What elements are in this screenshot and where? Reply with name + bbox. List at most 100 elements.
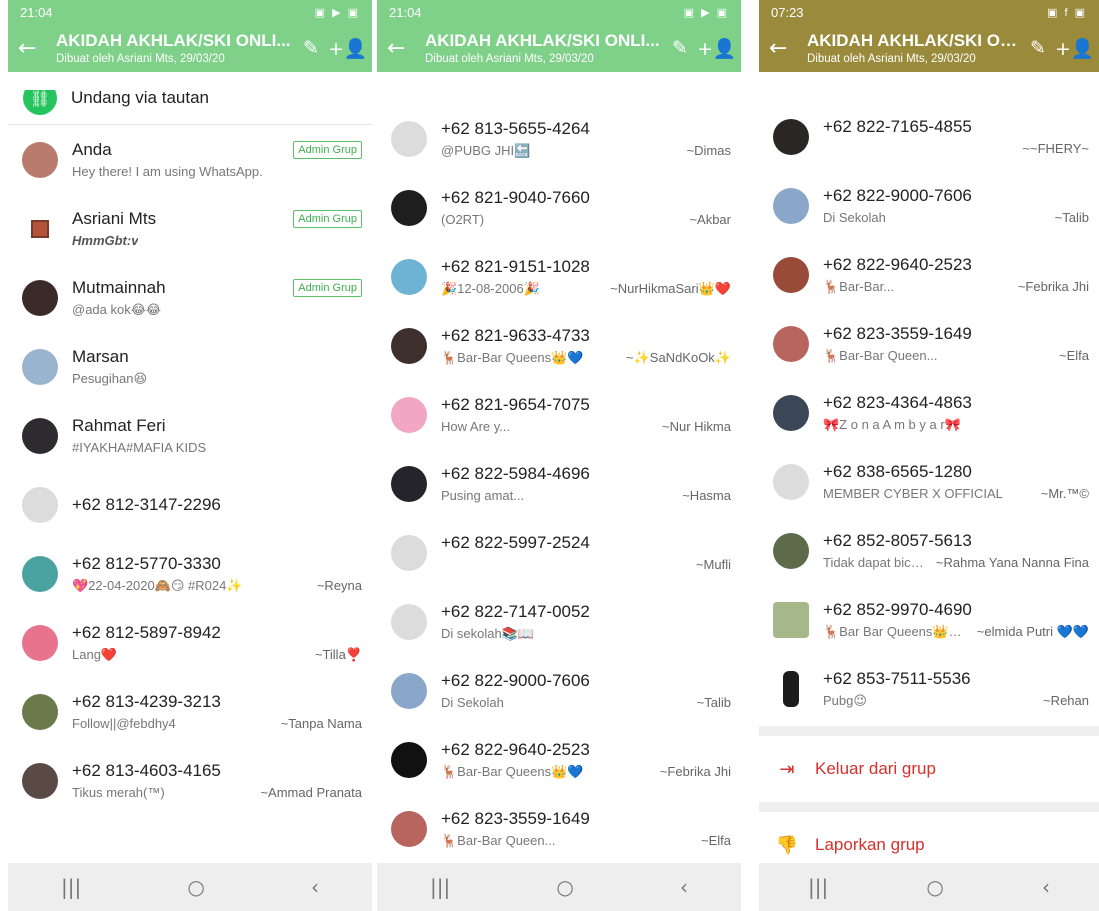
- member-alias: ~Rehan: [1043, 692, 1089, 708]
- member-status: 🦌Bar-Bar Queen...: [441, 832, 556, 848]
- status-time: 07:23: [771, 4, 804, 20]
- nav-back-icon[interactable]: ‹: [311, 875, 319, 899]
- list-item[interactable]: +62 823-4364-4863 🎀Z o n a A m b y a r🎀: [759, 378, 1099, 447]
- list-item[interactable]: Anda Admin Grup Hey there! I am using Wha…: [8, 125, 372, 194]
- group-header[interactable]: AKIDAH AKHLAK/SKI ONLI... Dibuat oleh As…: [48, 31, 294, 65]
- member-alias: ~Talib: [696, 695, 731, 710]
- list-item[interactable]: +62 852-8057-5613 Tidak dapat bicara,... ~…: [759, 516, 1099, 585]
- list-item[interactable]: +62 852-9970-4690 🦌Bar Bar Queens👑💙🍁 ~elmi…: [759, 585, 1099, 654]
- list-item[interactable]: +62 822-9000-7606 Di Sekolah ~Talib: [377, 656, 741, 725]
- list-item[interactable]: Mutmainnah Admin Grup @ada kok😂😂: [8, 263, 372, 332]
- member-alias: ~Elfa: [701, 832, 731, 848]
- member-name: +62 852-9970-4690: [823, 599, 972, 619]
- status-time: 21:04: [20, 4, 53, 20]
- list-item[interactable]: +62 822-7165-4855 ~~FHERY~: [759, 102, 1099, 171]
- member-status: Tikus merah(™): [72, 785, 165, 800]
- report-group-label: Laporkan grup: [815, 835, 925, 854]
- list-item[interactable]: +62 812-5897-8942 Lang❤️ ~Tilla❣️: [8, 608, 372, 677]
- member-status: Di Sekolah: [823, 210, 886, 225]
- member-status: 💖22-04-2020🙈😏 #R024✨: [72, 577, 243, 593]
- back-arrow-icon[interactable]: ←: [769, 36, 799, 61]
- list-item[interactable]: Asriani Mts Admin Grup HmmGbt:v: [8, 194, 372, 263]
- invite-label: Undang via tautan: [71, 90, 209, 107]
- back-arrow-icon[interactable]: ←: [18, 36, 48, 61]
- list-item[interactable]: +62 822-5997-2524 ~Mufli: [377, 518, 741, 587]
- member-alias: ~Tanpa Nama: [280, 716, 362, 731]
- list-item[interactable]: Rahmat Feri #IYAKHA#MAFIA KIDS: [8, 401, 372, 470]
- member-name: Asriani Mts: [72, 209, 157, 228]
- member-alias: ~Febrika Jhi: [659, 763, 731, 779]
- add-participant-icon[interactable]: +👤: [328, 37, 368, 60]
- member-status: 🦌Bar Bar Queens👑💙🍁: [823, 623, 971, 639]
- home-icon[interactable]: ○: [556, 875, 573, 899]
- list-item[interactable]: Marsan Pesugihan😆: [8, 332, 372, 401]
- list-item[interactable]: +62 813-4603-4165 Tikus merah(™) ~Ammad P…: [8, 746, 372, 815]
- list-item[interactable]: +62 821-9040-7660 (O2RT) ~Akbar: [377, 173, 741, 242]
- avatar: [22, 417, 58, 454]
- list-item[interactable]: +62 822-9640-2523 🦌Bar-Bar... ~Febrika Jhi: [759, 240, 1099, 309]
- group-subtitle: Dibuat oleh Asriani Mts, 29/03/20: [56, 53, 225, 65]
- group-header[interactable]: AKIDAH AKHLAK/SKI ONLI... Dibuat oleh As…: [799, 31, 1021, 65]
- list-item[interactable]: +62 823-3559-1649 🦌Bar-Bar Queen... ~Elfa: [759, 309, 1099, 378]
- group-title: AKIDAH AKHLAK/SKI ONLI...: [56, 31, 291, 50]
- member-name: Anda: [72, 140, 112, 159]
- list-item[interactable]: +62 838-6565-1280 MEMBER CYBER X OFFICIAL…: [759, 447, 1099, 516]
- home-icon[interactable]: ○: [926, 875, 943, 899]
- avatar: [31, 219, 49, 238]
- edit-icon[interactable]: ✎: [294, 37, 328, 59]
- add-participant-icon[interactable]: +👤: [1055, 37, 1095, 60]
- list-item[interactable]: +62 822-7147-0052 Di sekolah📚📖: [377, 587, 741, 656]
- avatar: [391, 189, 427, 226]
- home-icon[interactable]: ○: [187, 875, 204, 899]
- back-arrow-icon[interactable]: ←: [387, 36, 417, 61]
- member-alias: ~Ammad Pranata: [260, 785, 362, 800]
- member-name: +62 823-3559-1649: [441, 808, 590, 828]
- list-item[interactable]: +62 812-3147-2296: [8, 470, 372, 539]
- recent-apps-icon[interactable]: |||: [808, 875, 828, 899]
- avatar: [22, 762, 58, 799]
- nav-back-icon[interactable]: ‹: [680, 875, 688, 899]
- phone-screen-3: 07:23 ▣ f ▣ ← AKIDAH AKHLAK/SKI ONLI... …: [759, 0, 1099, 911]
- member-alias: ~Mufli: [695, 557, 731, 572]
- list-item[interactable]: +62 821-9151-1028 🎉12-08-2006🎉 ~NurHikmaSa…: [377, 242, 741, 311]
- member-status: 🦌Bar-Bar Queen...: [823, 347, 938, 363]
- invite-via-link-item[interactable]: ⛓ Undang via tautan: [8, 90, 372, 125]
- member-status: HmmGbt:v: [72, 233, 139, 248]
- list-item[interactable]: +62 812-5770-3330 💖22-04-2020🙈😏 #R024✨ ~R…: [8, 539, 372, 608]
- system-navbar: ||| ○ ‹: [377, 863, 741, 911]
- member-name: +62 823-3559-1649: [823, 323, 972, 343]
- member-name: +62 821-9151-1028: [441, 256, 590, 276]
- group-header[interactable]: AKIDAH AKHLAK/SKI ONLI... Dibuat oleh As…: [417, 31, 663, 65]
- member-name: Mutmainnah: [72, 277, 166, 297]
- list-item[interactable]: +62 853-7511-5536 Pubg😉 ~Rehan: [759, 654, 1099, 723]
- recent-apps-icon[interactable]: |||: [61, 875, 81, 899]
- member-status: Pesugihan😆: [72, 370, 147, 386]
- avatar: [773, 187, 809, 224]
- exit-group-button[interactable]: ⇥ Keluar dari grup: [759, 736, 1099, 802]
- report-group-button[interactable]: 👎 Laporkan grup: [759, 812, 1099, 863]
- list-item[interactable]: +62 813-5655-4264 @PUBG JHI🔙 ~Dimas: [377, 104, 741, 173]
- list-item[interactable]: +62 813-4239-3213 Follow||@febdhy4 ~Tanpa…: [8, 677, 372, 746]
- nav-back-icon[interactable]: ‹: [1042, 875, 1050, 899]
- list-item[interactable]: +62 821-9654-7075 How Are y... ~Nur Hikma: [377, 380, 741, 449]
- member-name: +62 823-4364-4863: [823, 392, 972, 412]
- recent-apps-icon[interactable]: |||: [430, 875, 450, 899]
- edit-icon[interactable]: ✎: [663, 37, 697, 59]
- edit-icon[interactable]: ✎: [1021, 37, 1055, 59]
- member-status: Hey there! I am using WhatsApp.: [72, 164, 263, 179]
- member-status: How Are y...: [441, 419, 511, 434]
- avatar: [22, 624, 58, 661]
- member-alias: ~Febrika Jhi: [1017, 278, 1089, 294]
- list-item[interactable]: +62 822-9000-7606 Di Sekolah ~Talib: [759, 171, 1099, 240]
- add-participant-icon[interactable]: +👤: [697, 37, 737, 60]
- status-icons: ▣ ▶ ▣: [683, 6, 729, 19]
- list-item[interactable]: +62 821-9633-4733 🦌Bar-Bar Queens👑💙 ~✨SaNd…: [377, 311, 741, 380]
- list-item[interactable]: +62 822-5984-4696 Pusing amat... ~Hasma: [377, 449, 741, 518]
- admin-badge: Admin Grup: [293, 278, 362, 297]
- list-item[interactable]: +62 823-3559-1649 🦌Bar-Bar Queen... ~Elfa: [377, 794, 741, 863]
- list-item[interactable]: +62 822-9640-2523 🦌Bar-Bar Queens👑💙 ~Febri…: [377, 725, 741, 794]
- group-subtitle: Dibuat oleh Asriani Mts, 29/03/20: [425, 53, 594, 65]
- avatar: [391, 258, 427, 295]
- member-name: +62 812-5770-3330: [72, 553, 221, 573]
- member-name: +62 853-7511-5536: [823, 668, 971, 688]
